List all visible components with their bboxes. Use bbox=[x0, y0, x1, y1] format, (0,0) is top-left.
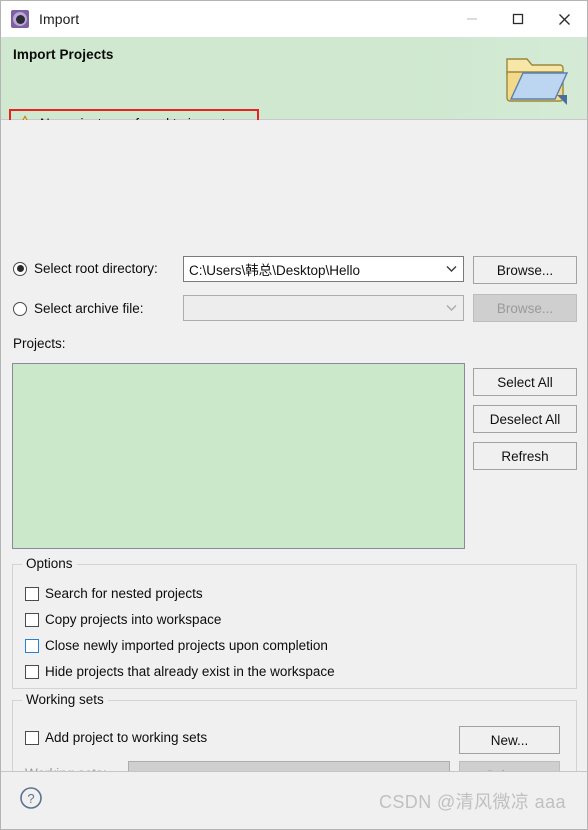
projects-label: Projects: bbox=[13, 336, 66, 351]
root-directory-value[interactable]: C:\Users\韩总\Desktop\Hello bbox=[184, 259, 439, 279]
select-archive-file-radio[interactable]: Select archive file: bbox=[13, 301, 144, 316]
option-copy-projects-into-workspace[interactable]: Copy projects into workspace bbox=[25, 612, 221, 627]
archive-file-radio-indicator[interactable] bbox=[13, 301, 27, 316]
archive-file-combo bbox=[183, 295, 464, 321]
option-label: Hide projects that already exist in the … bbox=[45, 664, 335, 679]
checkbox-indicator[interactable] bbox=[25, 730, 39, 745]
eclipse-import-icon bbox=[11, 10, 29, 28]
add-project-label: Add project to working sets bbox=[45, 730, 208, 745]
root-directory-radio-indicator[interactable] bbox=[13, 261, 27, 276]
close-icon[interactable] bbox=[541, 1, 587, 37]
wizard-banner: Import Projects No projects are found to… bbox=[1, 37, 587, 137]
chevron-down-icon bbox=[439, 296, 463, 320]
option-close-newly-imported-projects[interactable]: Close newly imported projects upon compl… bbox=[25, 638, 328, 653]
root-directory-combo[interactable]: C:\Users\韩总\Desktop\Hello bbox=[183, 256, 464, 282]
option-label: Copy projects into workspace bbox=[45, 612, 222, 627]
maximize-icon[interactable] bbox=[495, 1, 541, 37]
options-group-title: Options bbox=[22, 556, 77, 571]
new-working-set-button[interactable]: New... bbox=[459, 726, 560, 754]
checkbox-indicator[interactable] bbox=[25, 612, 39, 627]
select-root-directory-radio[interactable]: Select root directory: bbox=[13, 261, 158, 276]
working-sets-group-title: Working sets bbox=[22, 692, 108, 707]
dialog-footer: ? < Back Next > Finish Cancel bbox=[1, 771, 587, 829]
add-project-to-working-sets-checkbox[interactable]: Add project to working sets bbox=[25, 730, 207, 745]
window-controls bbox=[449, 1, 587, 37]
chevron-down-icon[interactable] bbox=[439, 257, 463, 281]
projects-list[interactable] bbox=[12, 363, 465, 549]
help-icon[interactable]: ? bbox=[19, 786, 43, 810]
checkbox-indicator[interactable] bbox=[25, 664, 39, 679]
options-group: Options Search for nested projects Copy … bbox=[12, 556, 577, 689]
checkbox-indicator[interactable] bbox=[25, 638, 39, 653]
select-all-button[interactable]: Select All bbox=[473, 368, 577, 396]
minimize-icon[interactable] bbox=[449, 1, 495, 37]
checkbox-indicator[interactable] bbox=[25, 586, 39, 601]
folder-import-icon bbox=[506, 58, 569, 105]
title-bar: Import bbox=[1, 1, 587, 37]
option-label: Close newly imported projects upon compl… bbox=[45, 638, 328, 653]
refresh-button[interactable]: Refresh bbox=[473, 442, 577, 470]
svg-text:?: ? bbox=[27, 791, 34, 806]
import-projects-dialog: Import Import Projects No projects are f… bbox=[0, 0, 588, 830]
option-hide-existing-projects[interactable]: Hide projects that already exist in the … bbox=[25, 664, 335, 679]
dialog-body: Select root directory: C:\Users\韩总\Deskt… bbox=[1, 120, 587, 800]
browse-root-directory-button[interactable]: Browse... bbox=[473, 256, 577, 284]
window-title: Import bbox=[39, 11, 80, 27]
browse-archive-file-button: Browse... bbox=[473, 294, 577, 322]
archive-file-label: Select archive file: bbox=[34, 301, 144, 316]
root-directory-label: Select root directory: bbox=[34, 261, 158, 276]
option-label: Search for nested projects bbox=[45, 586, 203, 601]
option-search-nested-projects[interactable]: Search for nested projects bbox=[25, 586, 203, 601]
deselect-all-button[interactable]: Deselect All bbox=[473, 405, 577, 433]
